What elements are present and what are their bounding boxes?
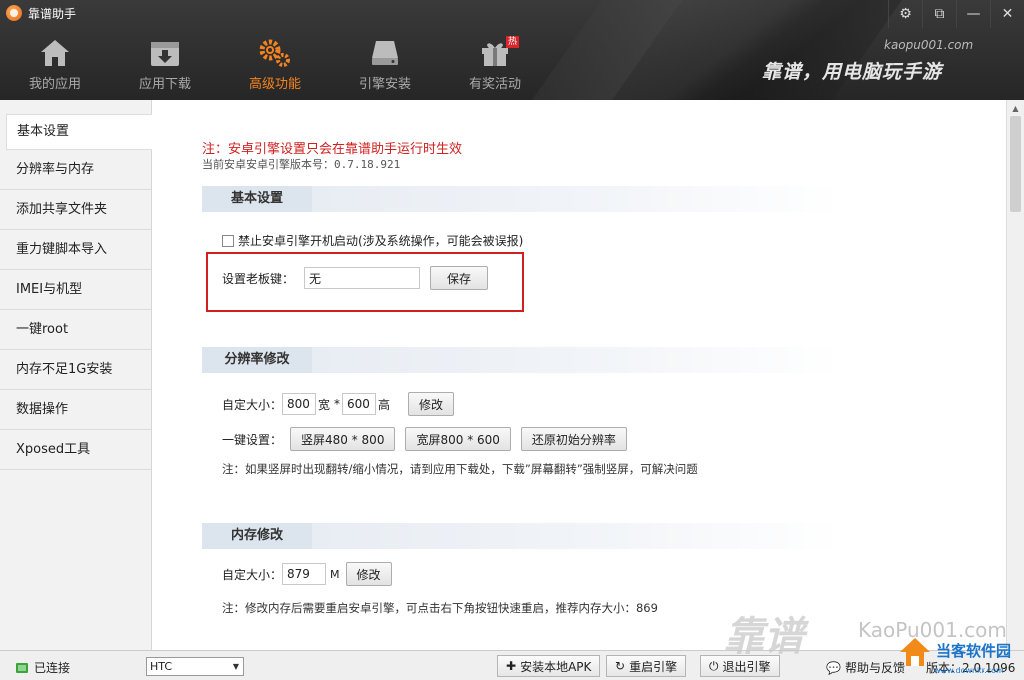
section-title: 基本设置 <box>202 186 312 212</box>
height-input[interactable]: 600 <box>342 393 377 415</box>
boss-key-input[interactable]: 无 <box>304 267 421 289</box>
sidebar-item-low-memory-install[interactable]: 内存不足1G安装 <box>0 350 151 390</box>
scroll-up-arrow-icon[interactable]: ▲ <box>1007 100 1024 116</box>
boss-key-label: 设置老板键： <box>222 271 295 286</box>
sidebar: 基本设置 分辨率与内存 添加共享文件夹 重力键脚本导入 IMEI与机型 一键ro… <box>0 100 153 650</box>
sidebar-item-gravity-script[interactable]: 重力键脚本导入 <box>0 230 151 270</box>
resolution-note: 注：如果竖屏时出现翻转/缩小情况，请到应用下载处，下载”屏幕翻转”强制竖屏，可解… <box>222 462 698 476</box>
home-icon <box>38 38 72 68</box>
width-input[interactable]: 800 <box>282 393 317 415</box>
status-bar: 已连接 HTC ▼ ✚ 安装本地APK ↻ 重启引擎 ⏻ 退出引擎 💬 帮助与反… <box>0 650 1024 680</box>
engine-notice: 注：安卓引擎设置只会在靠谱助手运行时生效 <box>202 142 463 157</box>
install-apk-label: 安装本地APK <box>520 659 592 674</box>
sidebar-item-one-key-root[interactable]: 一键root <box>0 310 151 350</box>
nav-label: 应用下载 <box>138 77 191 92</box>
refresh-icon: ↻ <box>615 659 626 673</box>
memory-unit: M <box>330 567 340 581</box>
settings-content: 注：安卓引擎设置只会在靠谱助手运行时生效 当前安卓安卓引擎版本号：0.7.18.… <box>152 100 1006 650</box>
main-nav: 我的应用 应用下载 高级功能 引擎安装 热 有奖活动 <box>0 32 550 100</box>
memory-custom-row: 自定大小： 879 M 修改 <box>222 562 392 586</box>
app-logo-icon <box>6 5 22 21</box>
resolution-oneclick-row: 一键设置： 竖屏480 * 800 宽屏800 * 600 还原初始分辨率 <box>222 427 627 451</box>
help-feedback-link[interactable]: 💬 帮助与反馈 <box>826 659 905 676</box>
brand-url: kaopu001.com <box>884 38 974 52</box>
sidebar-item-shared-folder[interactable]: 添加共享文件夹 <box>0 190 151 230</box>
nav-my-apps[interactable]: 我的应用 <box>0 32 110 100</box>
download-box-icon <box>148 38 182 68</box>
nav-label: 我的应用 <box>28 77 81 92</box>
custom-size-label: 自定大小： <box>222 397 283 412</box>
nav-advanced[interactable]: 高级功能 <box>220 32 330 100</box>
sidebar-item-data-operations[interactable]: 数据操作 <box>0 390 151 430</box>
chat-icon: 💬 <box>826 660 841 675</box>
section-header-basic: 基本设置 <box>202 186 842 212</box>
disable-autostart-checkbox[interactable] <box>222 234 234 247</box>
monitor-connected-icon <box>16 662 28 673</box>
exit-engine-label: 退出引擎 <box>722 659 771 674</box>
hot-badge: 热 <box>506 36 520 48</box>
plus-icon: ✚ <box>506 659 517 673</box>
boss-key-row: 设置老板键： 无 保存 <box>222 266 489 290</box>
preset-widescreen-button[interactable]: 宽屏800 * 600 <box>405 427 511 451</box>
restore-window-icon[interactable]: ⧉ <box>922 0 956 28</box>
sidebar-item-resolution-memory[interactable]: 分辨率与内存 <box>0 150 151 190</box>
title-bar: 靠谱助手 ⚙ ⧉ — ✕ 我的应用 应用下载 高级功能 引擎安装 热 有奖活动 … <box>0 0 1024 100</box>
width-unit: 宽 <box>318 397 331 412</box>
memory-note: 注：修改内存后需要重启安卓引擎，可点击右下角按钮快速重启，推荐内存大小：869 <box>222 601 658 615</box>
preset-portrait-button[interactable]: 竖屏480 * 800 <box>290 427 396 451</box>
nav-app-download[interactable]: 应用下载 <box>110 32 220 100</box>
connection-label: 已连接 <box>34 661 71 675</box>
section-header-resolution: 分辨率修改 <box>202 347 842 373</box>
disable-autostart-row[interactable]: 禁止安卓引擎开机启动(涉及系统操作，可能会被误报) <box>222 232 523 249</box>
disable-autostart-label: 禁止安卓引擎开机启动(涉及系统操作，可能会被误报) <box>238 234 524 248</box>
memory-input[interactable]: 879 <box>282 563 327 585</box>
brand-slogan: 靠谱，用电脑玩手游 <box>762 61 943 83</box>
nav-engine-install[interactable]: 引擎安装 <box>330 32 440 100</box>
reset-resolution-button[interactable]: 还原初始分辨率 <box>520 427 627 451</box>
window-controls: ⚙ ⧉ — ✕ <box>888 0 1024 28</box>
times-sign: * <box>334 397 341 411</box>
nav-label: 高级功能 <box>248 77 301 92</box>
nav-label: 引擎安装 <box>358 77 411 92</box>
disk-icon <box>368 38 402 68</box>
app-version: 版本：2.0.1096 <box>926 661 1016 675</box>
device-select[interactable]: HTC ▼ <box>146 657 244 676</box>
close-icon[interactable]: ✕ <box>990 0 1024 28</box>
gears-icon <box>258 38 292 68</box>
memory-size-label: 自定大小： <box>222 567 283 582</box>
engine-version: 当前安卓安卓引擎版本号：0.7.18.921 <box>202 158 401 171</box>
install-apk-button[interactable]: ✚ 安装本地APK <box>497 655 601 677</box>
connection-status: 已连接 <box>16 659 70 676</box>
section-title: 内存修改 <box>202 523 312 549</box>
settings-icon[interactable]: ⚙ <box>888 0 922 28</box>
section-title: 分辨率修改 <box>202 347 312 373</box>
app-title: 靠谱助手 <box>6 4 76 22</box>
oneclick-label: 一键设置： <box>222 432 283 447</box>
content-scrollbar[interactable]: ▲ <box>1006 100 1024 650</box>
height-unit: 高 <box>378 397 391 412</box>
power-icon: ⏻ <box>709 658 719 673</box>
save-button[interactable]: 保存 <box>430 266 489 290</box>
sidebar-item-xposed-tools[interactable]: Xposed工具 <box>0 430 151 470</box>
restart-engine-button[interactable]: ↻ 重启引擎 <box>606 655 687 677</box>
resolution-custom-row: 自定大小： 800 宽 * 600 高 修改 <box>222 392 455 416</box>
scroll-thumb[interactable] <box>1010 116 1021 212</box>
minimize-icon[interactable]: — <box>956 0 990 28</box>
device-select-value: HTC <box>150 660 173 673</box>
section-header-memory: 内存修改 <box>202 523 842 549</box>
chevron-down-icon: ▼ <box>232 662 240 671</box>
sidebar-item-imei-model[interactable]: IMEI与机型 <box>0 270 151 310</box>
nav-prize-activity[interactable]: 热 有奖活动 <box>440 32 550 100</box>
restart-engine-label: 重启引擎 <box>629 659 678 674</box>
sidebar-item-basic-settings[interactable]: 基本设置 <box>6 114 153 150</box>
resolution-modify-button[interactable]: 修改 <box>408 392 455 416</box>
app-title-text: 靠谱助手 <box>28 6 77 21</box>
memory-modify-button[interactable]: 修改 <box>345 562 392 586</box>
help-feedback-label: 帮助与反馈 <box>844 661 905 675</box>
nav-label: 有奖活动 <box>468 77 521 92</box>
exit-engine-button[interactable]: ⏻ 退出引擎 <box>700 655 780 677</box>
